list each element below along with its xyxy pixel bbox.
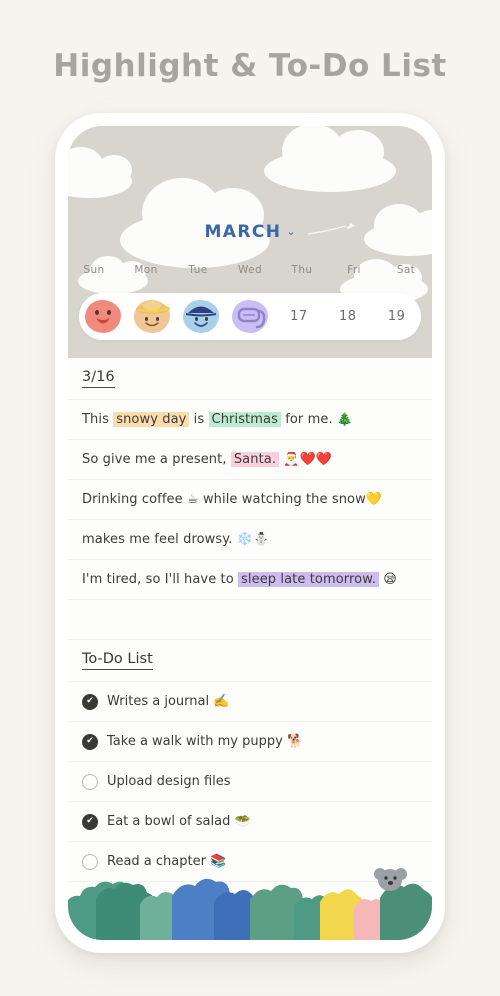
checkbox-empty-icon[interactable] bbox=[82, 773, 98, 790]
journal-date-heading: 3/16 bbox=[82, 369, 115, 388]
todo-item-row[interactable]: ✔ Eat a bowl of salad 🥗 bbox=[68, 802, 432, 842]
check-icon: ✔ bbox=[86, 816, 94, 826]
sticker-face-straw-hat[interactable] bbox=[134, 300, 171, 333]
todo-list-heading: To-Do List bbox=[82, 651, 153, 670]
weekday-row: Sun Mon Tue Wed Thu Fri Sat bbox=[68, 264, 432, 276]
weekday-mon: Mon bbox=[134, 264, 158, 276]
journal-line-1: This snowy day is Christmas for me. 🎄 bbox=[82, 412, 353, 427]
day-cell-date-17[interactable]: 17 bbox=[274, 293, 323, 340]
journal-line-row[interactable]: This snowy day is Christmas for me. 🎄 bbox=[68, 400, 432, 440]
plain-text: is bbox=[189, 412, 209, 427]
chevron-down-icon[interactable]: ⌄ bbox=[286, 225, 295, 238]
check-icon: ✔ bbox=[86, 736, 94, 746]
day-cell-sticker-3[interactable] bbox=[177, 293, 226, 340]
day-cell-sticker-1[interactable] bbox=[79, 293, 128, 340]
day-cell-sticker-4[interactable] bbox=[226, 293, 275, 340]
journal-line-row[interactable]: So give me a present, Santa. 🎅❤️❤️ bbox=[68, 440, 432, 480]
day-selector-bar: 17 18 19 bbox=[79, 293, 421, 340]
phone-screen: MARCH ⌄ Sun Mon Tue Wed Thu Fri Sat 17 1… bbox=[68, 126, 432, 940]
plain-text: I'm tired, so I'll have to bbox=[82, 572, 239, 587]
date-label: 17 bbox=[290, 309, 308, 324]
check-icon: ✔ bbox=[86, 696, 94, 706]
todo-item-label: Upload design files bbox=[107, 774, 231, 789]
day-cell-date-18[interactable]: 18 bbox=[323, 293, 372, 340]
plain-text: for me. 🎄 bbox=[280, 412, 354, 427]
sky-header: MARCH ⌄ Sun Mon Tue Wed Thu Fri Sat 17 1… bbox=[68, 126, 432, 358]
plain-text: This bbox=[82, 412, 114, 427]
cloud-icon bbox=[264, 126, 396, 192]
cloud-icon bbox=[68, 147, 132, 198]
date-label: 19 bbox=[387, 309, 406, 324]
todo-list: ✔ Writes a journal ✍️ ✔ Take a walk with my… bbox=[68, 682, 432, 882]
highlighted-text: sleep late tomorrow. bbox=[238, 572, 379, 587]
plain-text: 🎅❤️❤️ bbox=[279, 452, 333, 467]
todo-item-row[interactable]: ✔ Writes a journal ✍️ bbox=[68, 682, 432, 722]
journal-line-row[interactable]: Drinking coffee ☕ while watching the sno… bbox=[68, 480, 432, 520]
page-title: Highlight & To-Do List bbox=[53, 48, 447, 84]
highlighted-text: Santa. bbox=[230, 452, 280, 467]
todo-item-label: Take a walk with my puppy 🐕 bbox=[107, 734, 304, 749]
plain-text: So give me a present, bbox=[82, 452, 231, 467]
weekday-sun: Sun bbox=[83, 264, 105, 276]
sticker-face-blue-cap[interactable] bbox=[183, 300, 220, 333]
phone-frame: MARCH ⌄ Sun Mon Tue Wed Thu Fri Sat 17 1… bbox=[55, 113, 445, 953]
plain-text: 😪 bbox=[378, 572, 397, 587]
todo-item-row[interactable]: Upload design files bbox=[68, 762, 432, 802]
note-sheet: 3/16 This snowy day is Christmas for me.… bbox=[68, 358, 432, 940]
highlighted-text: snowy day bbox=[113, 412, 190, 427]
weekday-sat: Sat bbox=[396, 264, 416, 276]
date-label: 18 bbox=[338, 309, 357, 324]
journal-empty-row[interactable] bbox=[68, 600, 432, 640]
plain-text: makes me feel drowsy. ❄️⛄ bbox=[82, 532, 270, 547]
weekday-tue: Tue bbox=[188, 264, 208, 276]
journal-line-2: So give me a present, Santa. 🎅❤️❤️ bbox=[82, 452, 332, 467]
forest-illustration bbox=[68, 858, 432, 940]
journal-line-5: I'm tired, so I'll have to sleep late to… bbox=[82, 572, 397, 587]
journal-line-row[interactable]: I'm tired, so I'll have to sleep late to… bbox=[68, 560, 432, 600]
checkbox-checked-icon[interactable]: ✔ bbox=[82, 693, 98, 710]
sticker-face-smile-red[interactable] bbox=[85, 300, 122, 333]
checkbox-checked-icon[interactable]: ✔ bbox=[82, 813, 98, 830]
month-selector[interactable]: MARCH ⌄ bbox=[68, 221, 432, 242]
sticker-snorkel-mask[interactable] bbox=[232, 300, 268, 333]
day-cell-date-19[interactable]: 19 bbox=[372, 293, 421, 340]
weekday-thu: Thu bbox=[291, 264, 313, 276]
journal-line-4: makes me feel drowsy. ❄️⛄ bbox=[82, 532, 269, 547]
todo-item-row[interactable]: ✔ Take a walk with my puppy 🐕 bbox=[68, 722, 432, 762]
checkbox-checked-icon[interactable]: ✔ bbox=[82, 733, 98, 750]
highlighted-text: Christmas bbox=[208, 412, 281, 427]
plain-text: Drinking coffee ☕ while watching the sno… bbox=[82, 492, 383, 507]
weekday-wed: Wed bbox=[237, 264, 263, 276]
month-label: MARCH bbox=[204, 221, 282, 242]
day-cell-sticker-2[interactable] bbox=[128, 293, 177, 340]
journal-line-3: Drinking coffee ☕ while watching the sno… bbox=[82, 492, 382, 507]
weekday-fri: Fri bbox=[347, 264, 361, 276]
journal-date-row[interactable]: 3/16 bbox=[68, 358, 432, 400]
todo-item-label: Writes a journal ✍️ bbox=[107, 694, 230, 709]
journal-line-row[interactable]: makes me feel drowsy. ❄️⛄ bbox=[68, 520, 432, 560]
todo-heading-row[interactable]: To-Do List bbox=[68, 640, 432, 682]
todo-item-label: Eat a bowl of salad 🥗 bbox=[107, 814, 251, 829]
